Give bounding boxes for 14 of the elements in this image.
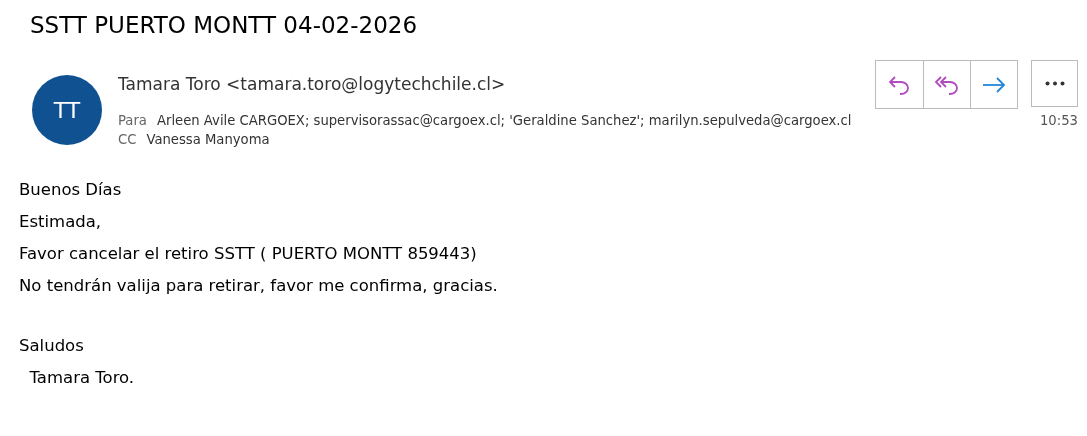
body-text: Favor cancelar el retiro SSTT ( PUERTO MONTT 859443)	[19, 243, 477, 265]
to-label: Para	[118, 113, 147, 128]
avatar: TT	[32, 75, 102, 145]
sender-name: Tamara Toro <tamara.toro@logytechchile.cl>	[118, 74, 506, 94]
cc-recipients: Vanessa Manyoma	[146, 132, 270, 147]
body-text: Tamara Toro.	[28, 367, 135, 389]
recipients: Arleen Avile CARGOEX; supervisorassac@cargoex.cl; 'Geraldine Sanchez'; marilyn.sepulveda@cargoex.cl	[156, 113, 852, 128]
cc-label: CC	[118, 132, 137, 147]
body-text: Buenos Días	[19, 179, 122, 201]
body-text: Estimada,	[19, 211, 102, 233]
sent-time: 10:53	[1040, 113, 1078, 128]
body-text: No tendrán valija para retirar, favor me confirma, gracias.	[19, 275, 498, 297]
body-text: Saludos	[19, 335, 84, 357]
email-subject: SSTT PUERTO MONTT 04-02-2026	[30, 11, 418, 40]
